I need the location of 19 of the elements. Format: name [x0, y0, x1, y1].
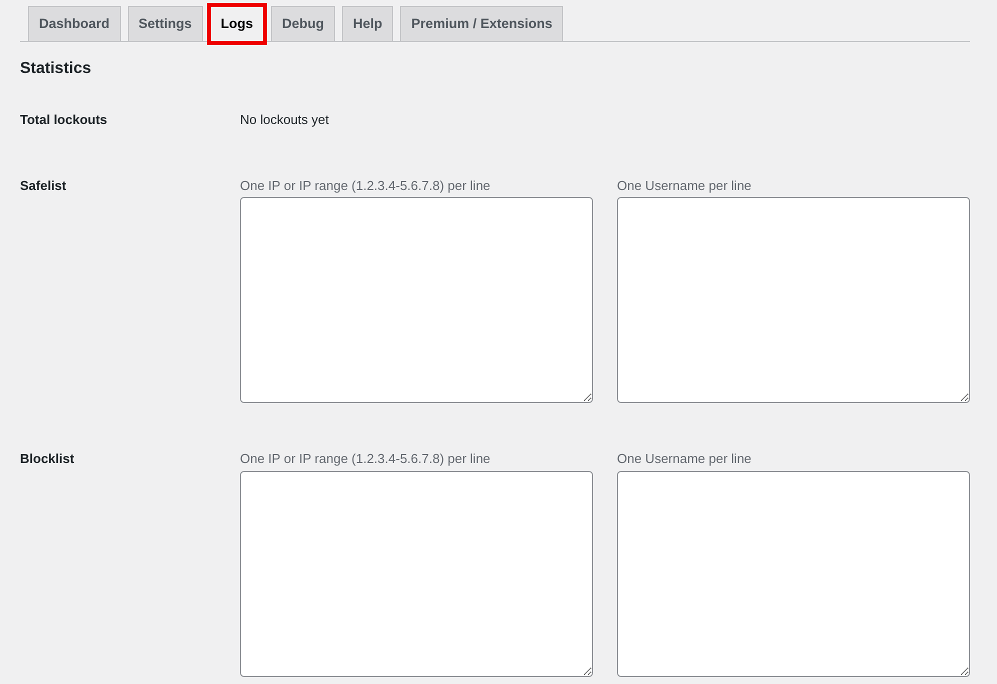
tab[interactable]: Settings: [128, 6, 203, 41]
text-area[interactable]: [617, 197, 970, 404]
text-area[interactable]: [240, 470, 593, 677]
field-label: Blocklist: [20, 450, 76, 468]
field-hint: One Username per line: [617, 450, 752, 468]
field-label: Total lockouts: [20, 111, 108, 130]
tab[interactable]: Debug: [271, 6, 336, 41]
tab[interactable]: Dashboard: [28, 6, 121, 41]
field-label: Safelist: [20, 176, 68, 195]
text-area[interactable]: [240, 197, 593, 404]
tab[interactable]: Logs: [210, 6, 264, 42]
section-heading: Statistics: [20, 59, 92, 78]
text-area[interactable]: [617, 470, 970, 677]
tab[interactable]: Help: [342, 6, 394, 41]
field-hint: One IP or IP range (1.2.3.4-5.6.7.8) per line: [240, 450, 492, 468]
field-hint: One Username per line: [617, 176, 752, 195]
field-hint: One IP or IP range (1.2.3.4-5.6.7.8) per line: [240, 176, 492, 195]
status-text: No lockouts yet: [240, 111, 329, 130]
tab[interactable]: Premium / Extensions: [400, 6, 564, 41]
